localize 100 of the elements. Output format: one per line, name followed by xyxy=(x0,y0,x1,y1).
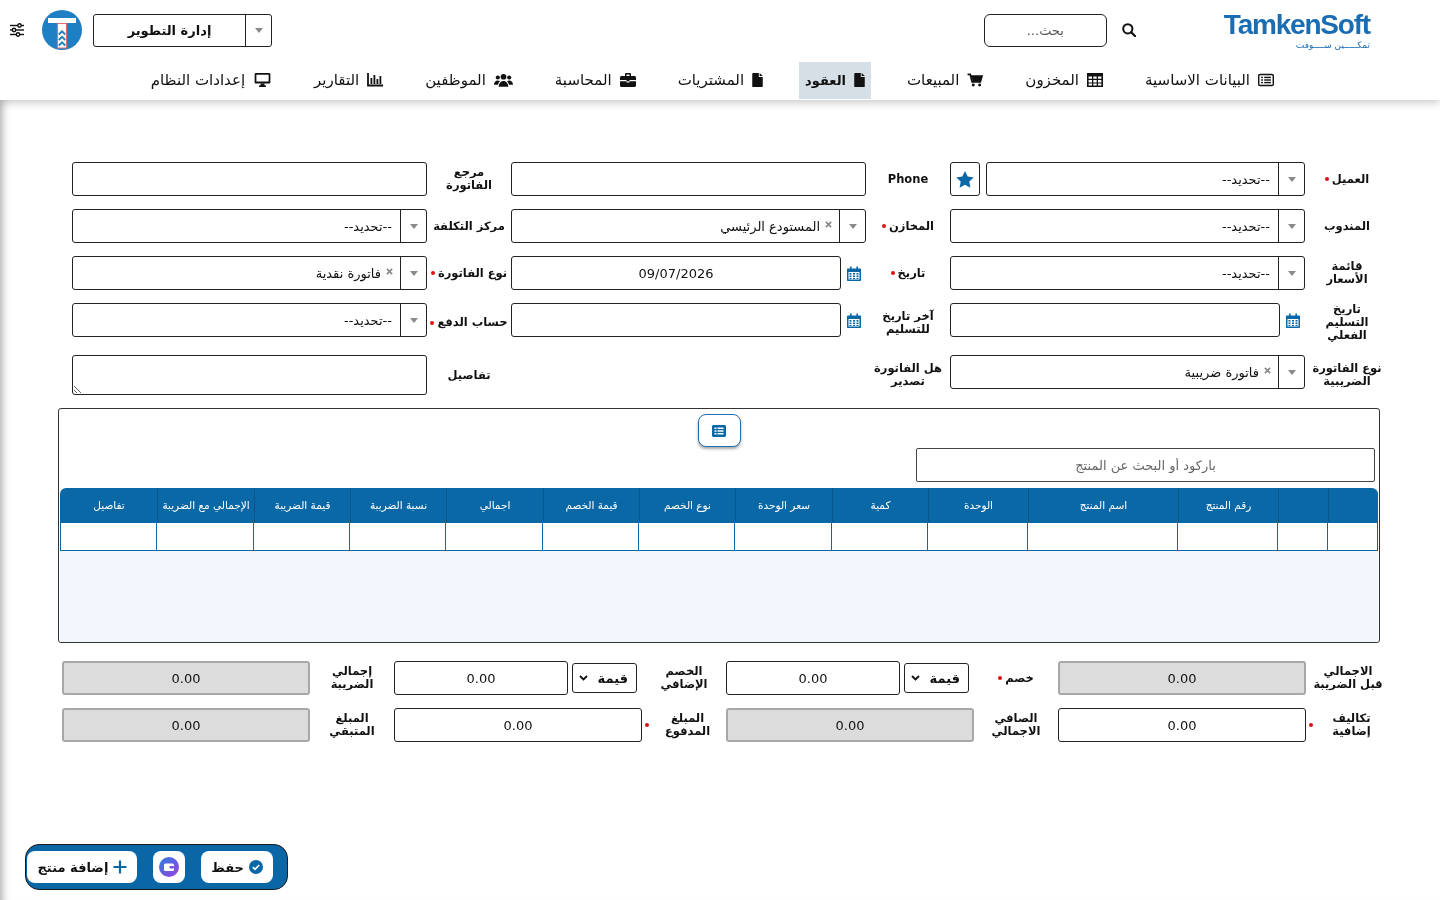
caret-icon xyxy=(1287,223,1296,229)
date-field[interactable] xyxy=(511,303,841,337)
field-label: نوع الفاتورة xyxy=(437,266,508,280)
logo-tagline: تمكـــــين ســــوفت xyxy=(1295,39,1370,51)
logo-wordmark: TamkenSoft xyxy=(1223,9,1370,40)
field-label: تاريخ التسليم الفعلي xyxy=(1324,303,1370,342)
nav-menu-item[interactable]: المخزون xyxy=(1019,61,1109,99)
field-label: المبلغ المدفوع xyxy=(663,712,712,738)
column-header: سعر الوحدة xyxy=(758,499,811,511)
check-circle-icon xyxy=(249,860,263,874)
users-icon xyxy=(493,73,513,87)
field-label: آخر تاريخ للتسليم xyxy=(881,309,935,336)
briefcase-icon xyxy=(619,73,636,87)
table-icon xyxy=(1087,73,1103,87)
caret-icon xyxy=(1287,176,1296,182)
calendar-icon[interactable] xyxy=(846,312,861,328)
nav-menu-item[interactable]: التقارير xyxy=(308,61,390,99)
field-label: Phone xyxy=(887,172,929,186)
field-label: تاريخ xyxy=(897,266,926,280)
chevron-down-icon xyxy=(579,675,588,681)
star-icon xyxy=(956,170,974,188)
column-header: اجمالي xyxy=(479,499,511,511)
field-label: المبلغ المتبقي xyxy=(328,712,376,738)
list-icon xyxy=(712,424,726,437)
dropdown-field[interactable]: --تحديد-- xyxy=(950,256,1305,290)
action-button[interactable]: إضافة منتج xyxy=(27,851,138,883)
column-header: كمية xyxy=(870,499,891,511)
action-button[interactable]: حفظ xyxy=(201,851,273,883)
list-toggle-button[interactable] xyxy=(697,414,741,447)
amount-field[interactable]: 0.00 xyxy=(726,661,900,695)
caret-icon xyxy=(1287,270,1296,276)
discount-type-select[interactable]: قيمة xyxy=(572,663,637,693)
sliders-icon[interactable] xyxy=(10,23,24,37)
plus-icon xyxy=(113,860,128,874)
nav-menu-item[interactable]: البيانات الاساسية xyxy=(1139,61,1280,99)
date-field[interactable] xyxy=(950,303,1280,337)
field-label: العميل xyxy=(1331,172,1370,186)
amount-field[interactable]: 0.00 xyxy=(1058,708,1306,742)
dropdown-field[interactable]: --تحديد-- xyxy=(986,162,1305,196)
dropdown-field[interactable]: --تحديد-- xyxy=(72,209,427,243)
favorite-button[interactable] xyxy=(950,162,980,196)
dropdown-field[interactable]: فاتورة نقدية xyxy=(72,256,427,290)
column-header: قيمة الضريبة xyxy=(274,499,331,511)
file-icon xyxy=(752,73,764,87)
caret-icon xyxy=(848,223,857,229)
bar-chart-icon xyxy=(367,73,384,87)
text-field[interactable] xyxy=(72,162,427,196)
department-select[interactable]: إدارة التطوير xyxy=(93,13,272,47)
search-icon[interactable] xyxy=(1121,23,1136,37)
field-label: إجمالي الضريبة xyxy=(329,665,375,691)
readonly-amount-field[interactable]: 0.00 xyxy=(62,708,310,742)
field-label: نوع الفاتورة الضريبية xyxy=(1311,362,1383,388)
field-label: الخصم الإضافي xyxy=(659,665,709,691)
amount-field[interactable]: 0.00 xyxy=(394,661,568,695)
readonly-amount-field[interactable]: 0.00 xyxy=(62,661,310,695)
readonly-amount-field[interactable]: 0.00 xyxy=(726,708,974,742)
emblem-logo xyxy=(42,10,82,50)
column-header: قيمة الخصم xyxy=(565,499,618,511)
nav-menu-item[interactable]: الموظفين xyxy=(419,61,519,99)
field-label: قائمة الأسعار xyxy=(1325,260,1369,286)
date-field[interactable]: 09/07/2026 xyxy=(511,256,841,290)
field-label: خصم xyxy=(1005,671,1034,685)
field-label: الصافي الاجمالي xyxy=(990,712,1042,738)
column-header: الوحدة xyxy=(964,499,994,511)
readonly-amount-field[interactable]: 0.00 xyxy=(1058,661,1306,695)
caret-icon xyxy=(409,317,418,323)
dropdown-field[interactable]: --تحديد-- xyxy=(950,209,1305,243)
chevron-down-icon xyxy=(911,675,920,681)
amount-field[interactable]: 0.00 xyxy=(394,708,642,742)
field-label: مرجع الفاتورة xyxy=(445,166,493,192)
column-header: رقم المنتج xyxy=(1205,499,1252,511)
dropdown-field[interactable]: المستودع الرئيسي xyxy=(511,209,866,243)
column-header: اسم المنتج xyxy=(1079,499,1128,511)
column-header: الإجمالي مع الضريبة xyxy=(162,499,250,511)
clear-icon[interactable] xyxy=(1264,366,1271,374)
caret-icon xyxy=(1287,369,1296,375)
list-icon xyxy=(1258,73,1274,87)
nav-menu-item[interactable]: المبيعات xyxy=(900,61,990,99)
calendar-icon[interactable] xyxy=(1285,312,1300,328)
clear-icon[interactable] xyxy=(386,267,393,275)
dropdown-field[interactable]: فاتورة ضريبية xyxy=(950,355,1305,389)
caret-icon xyxy=(409,223,418,229)
search-field[interactable]: بحث... xyxy=(983,13,1107,47)
calendar-icon[interactable] xyxy=(846,265,861,281)
discount-type-select[interactable]: قيمة xyxy=(904,663,969,693)
nav-menu-item[interactable]: إعدادات النظام xyxy=(144,61,279,99)
nav-menu-item[interactable]: العقود xyxy=(799,61,871,99)
dropdown-field[interactable]: --تحديد-- xyxy=(72,303,427,337)
nav-menu-item[interactable]: المشتريات xyxy=(671,61,770,99)
file-icon xyxy=(853,73,865,87)
wallet-button[interactable] xyxy=(153,851,186,883)
caret-icon xyxy=(409,270,418,276)
nav-menu-item[interactable]: المحاسبة xyxy=(548,61,642,99)
column-header: نوع الخصم xyxy=(664,499,711,511)
field-label: المندوب xyxy=(1324,219,1370,233)
wallet-icon xyxy=(159,857,180,877)
clear-icon[interactable] xyxy=(825,220,832,228)
text-field[interactable] xyxy=(511,162,866,196)
field-label: المخازن xyxy=(889,219,934,233)
textarea-field[interactable] xyxy=(72,355,427,395)
